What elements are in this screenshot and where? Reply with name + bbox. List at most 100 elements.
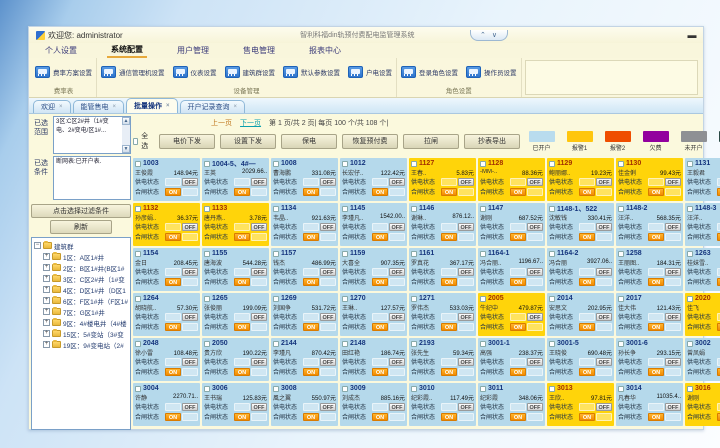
off-pill[interactable] xyxy=(182,368,198,376)
off-pill[interactable]: OFF xyxy=(251,403,267,411)
toolbar-button[interactable]: 保电 xyxy=(281,134,337,149)
chevron-up-icon[interactable]: ⌃ xyxy=(480,31,486,39)
card-checkbox[interactable] xyxy=(687,386,693,392)
off-pill[interactable]: OFF xyxy=(458,403,474,411)
toolbar-button[interactable]: 电价下发 xyxy=(159,134,215,149)
on-pill[interactable]: ON xyxy=(510,233,526,241)
on-pill[interactable]: ON xyxy=(648,323,664,331)
card-checkbox[interactable] xyxy=(411,206,417,212)
close-icon[interactable]: × xyxy=(166,103,170,109)
tree-root[interactable]: −建筑群 xyxy=(34,240,128,251)
off-pill[interactable] xyxy=(182,233,198,241)
tab-能管售电[interactable]: 能管售电× xyxy=(73,100,125,113)
scrollbar-down-icon[interactable]: ▼ xyxy=(122,145,130,153)
meter-card[interactable]: 1129鲍丽娜..19.23元供电状态OFF合闸状态ON xyxy=(547,158,614,201)
on-pill[interactable]: ON xyxy=(510,413,526,421)
tree-node[interactable]: +7区：G区1#井 xyxy=(43,306,128,317)
on-pill[interactable]: ON xyxy=(165,323,181,331)
meter-card[interactable]: 3013王欣..97.81元供电状态OFF合闸状态ON xyxy=(547,383,614,426)
ribbon-button[interactable]: 仪表设置 xyxy=(173,66,217,78)
card-checkbox[interactable] xyxy=(273,206,279,212)
off-pill[interactable]: OFF xyxy=(320,313,336,321)
ribbon-button[interactable]: 登录角色设置 xyxy=(401,66,458,78)
off-pill[interactable] xyxy=(458,368,474,376)
card-checkbox[interactable] xyxy=(135,341,141,347)
on-pill[interactable] xyxy=(165,358,181,366)
meter-card[interactable]: 1147谢刚687.52元供电状态OFF合闸状态ON xyxy=(478,203,545,246)
off-pill[interactable]: OFF xyxy=(665,178,681,186)
expander-icon[interactable]: + xyxy=(43,319,50,326)
off-pill[interactable]: OFF xyxy=(527,268,543,276)
off-pill[interactable] xyxy=(251,278,267,286)
on-pill[interactable]: ON xyxy=(648,278,664,286)
card-checkbox[interactable] xyxy=(411,341,417,347)
meter-card[interactable]: 3014凡春华11035.4..供电状态OFF合闸状态ON xyxy=(616,383,683,426)
on-pill[interactable]: ON xyxy=(165,368,181,376)
meter-card[interactable]: 1154金日208.45元供电状态OFF合闸状态ON xyxy=(133,248,200,291)
tab-欢迎[interactable]: 欢迎× xyxy=(33,100,71,113)
card-checkbox[interactable] xyxy=(342,251,348,257)
on-pill[interactable] xyxy=(648,313,664,321)
card-checkbox[interactable] xyxy=(411,251,417,257)
minimize-icon[interactable]: ▬ xyxy=(685,30,699,40)
tab-开户记录查询[interactable]: 开户记录查询× xyxy=(180,100,246,113)
off-pill[interactable] xyxy=(320,188,336,196)
off-pill[interactable] xyxy=(665,278,681,286)
off-pill[interactable]: OFF xyxy=(527,358,543,366)
on-pill[interactable]: ON xyxy=(303,413,319,421)
off-pill[interactable]: OFF xyxy=(320,178,336,186)
meter-card[interactable]: 1132孙彦娟..36.37元供电状态OFF合闸状态ON xyxy=(133,203,200,246)
off-pill[interactable]: OFF xyxy=(320,358,336,366)
meter-card[interactable]: 2014安思文202.95元供电状态OFF合闸状态ON xyxy=(547,293,614,336)
off-pill[interactable] xyxy=(596,413,612,421)
off-pill[interactable]: OFF xyxy=(389,223,405,231)
meter-card[interactable]: 1148-1、522沈敏钱330.41元供电状态OFF合闸状态ON xyxy=(547,203,614,246)
expander-icon[interactable]: + xyxy=(43,264,50,271)
on-pill[interactable] xyxy=(234,178,250,186)
off-pill[interactable] xyxy=(665,413,681,421)
card-checkbox[interactable] xyxy=(549,251,555,257)
meter-card[interactable]: 2048徐小雷108.48元供电状态OFF合闸状态ON xyxy=(133,338,200,381)
meter-card[interactable]: 3008風之翼550.97元供电状态OFF合闸状态ON xyxy=(271,383,338,426)
card-checkbox[interactable] xyxy=(204,341,210,347)
meter-card[interactable]: 3010纪彩霞..117.49元供电状态OFF合闸状态ON xyxy=(409,383,476,426)
on-pill[interactable]: ON xyxy=(648,188,664,196)
off-pill[interactable] xyxy=(596,233,612,241)
off-pill[interactable] xyxy=(389,188,405,196)
off-pill[interactable] xyxy=(251,323,267,331)
toolbar-button[interactable]: 抄表导出 xyxy=(464,134,520,149)
expander-icon[interactable]: − xyxy=(34,242,41,249)
listbox-scrollbar[interactable]: ▲ ▼ xyxy=(122,117,130,153)
off-pill[interactable] xyxy=(320,323,336,331)
meter-card[interactable]: 2193张先生59.34元供电状态OFF合闸状态ON xyxy=(409,338,476,381)
on-pill[interactable]: ON xyxy=(441,323,457,331)
tree-node[interactable]: +3区：C区2#井（1#变 xyxy=(43,273,128,284)
card-checkbox[interactable] xyxy=(480,341,486,347)
off-pill[interactable]: OFF xyxy=(182,223,198,231)
on-pill[interactable]: ON xyxy=(372,323,388,331)
card-checkbox[interactable] xyxy=(342,206,348,212)
off-pill[interactable] xyxy=(665,233,681,241)
on-pill[interactable]: ON xyxy=(303,323,319,331)
card-checkbox[interactable] xyxy=(342,161,348,167)
on-pill[interactable] xyxy=(372,358,388,366)
on-pill[interactable] xyxy=(648,178,664,186)
card-checkbox[interactable] xyxy=(480,386,486,392)
selected-range-listbox[interactable]: 3区:C区2#井（1#变电、2#变电/区1#... ▲ ▼ xyxy=(53,116,131,154)
card-checkbox[interactable] xyxy=(204,386,210,392)
off-pill[interactable]: OFF xyxy=(182,268,198,276)
on-pill[interactable]: ON xyxy=(510,278,526,286)
card-checkbox[interactable] xyxy=(273,161,279,167)
expander-icon[interactable]: + xyxy=(43,286,50,293)
off-pill[interactable] xyxy=(320,233,336,241)
meter-card[interactable]: 1008曹海鹏331.08元供电状态OFF合闸状态ON xyxy=(271,158,338,201)
off-pill[interactable] xyxy=(527,368,543,376)
off-pill[interactable]: OFF xyxy=(665,358,681,366)
on-pill[interactable] xyxy=(165,178,181,186)
off-pill[interactable] xyxy=(527,413,543,421)
expander-icon[interactable]: + xyxy=(43,308,50,315)
on-pill[interactable] xyxy=(372,268,388,276)
expander-icon[interactable]: + xyxy=(43,275,50,282)
off-pill[interactable] xyxy=(182,278,198,286)
meter-card[interactable]: 1145李瑾凡..1542.00..供电状态OFF合闸状态ON xyxy=(340,203,407,246)
